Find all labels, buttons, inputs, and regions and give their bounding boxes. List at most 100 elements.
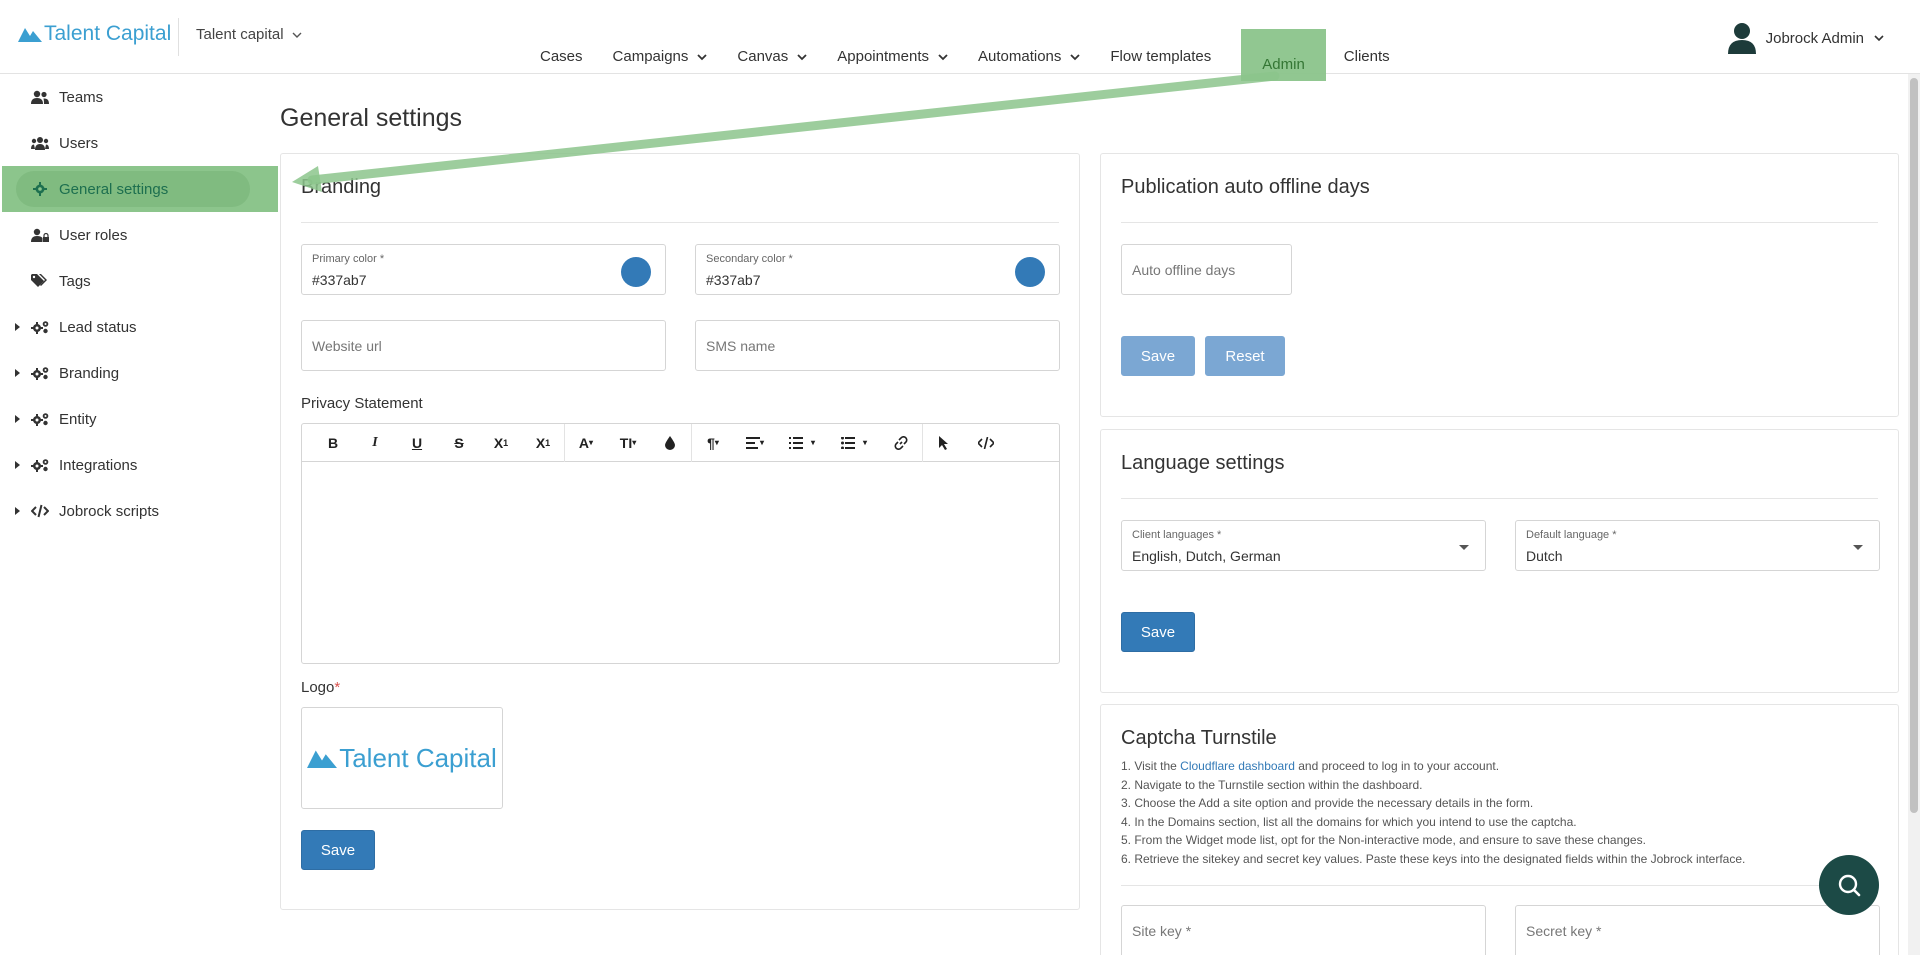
nav-admin[interactable]: Admin xyxy=(1241,29,1326,81)
chevron-down-icon xyxy=(797,53,807,60)
mountain-logo-icon xyxy=(307,750,338,768)
cogs-icon xyxy=(30,366,50,380)
instruction-step: 5. From the Widget mode list, opt for th… xyxy=(1121,833,1646,847)
unordered-list-icon[interactable]: ▾ xyxy=(828,424,880,462)
instruction-step: 1. Visit the Cloudflare dashboard and pr… xyxy=(1121,759,1500,773)
captcha-instructions: 1. Visit the Cloudflare dashboard and pr… xyxy=(1121,757,1745,868)
secret-key-input[interactable]: Secret key * xyxy=(1515,905,1880,955)
caret-down-icon xyxy=(1853,545,1863,550)
chevron-down-icon xyxy=(938,53,948,60)
sidebar-item-label: Tags xyxy=(59,272,91,290)
caret-right-icon[interactable] xyxy=(15,507,20,515)
branding-card: Branding Primary color * #337ab7 Seconda… xyxy=(280,153,1080,910)
nav-appointments[interactable]: Appointments xyxy=(837,30,948,65)
sidebar-item-lead-status[interactable]: Lead status xyxy=(0,304,278,350)
subscript-icon[interactable]: X1 xyxy=(480,424,522,462)
nav-flow-templates[interactable]: Flow templates xyxy=(1110,30,1211,65)
page-scrollbar[interactable] xyxy=(1908,74,1920,955)
strikethrough-icon[interactable]: S xyxy=(438,424,480,462)
sidebar-item-teams[interactable]: Teams xyxy=(0,74,278,120)
caret-right-icon[interactable] xyxy=(15,369,20,377)
chevron-down-icon xyxy=(1874,35,1884,42)
client-selector[interactable]: Talent capital xyxy=(196,26,302,43)
sidebar-item-users[interactable]: Users xyxy=(0,120,278,166)
sidebar-item-tags[interactable]: Tags xyxy=(0,258,278,304)
code-view-icon[interactable] xyxy=(965,424,1007,462)
nav-cases[interactable]: Cases xyxy=(540,30,583,65)
primary-color-swatch[interactable] xyxy=(621,257,651,287)
sidebar-item-label: Branding xyxy=(59,364,120,382)
sidebar-item-general-settings[interactable]: General settings xyxy=(2,166,278,212)
admin-sidebar: Teams Users General settings User roles Tags… xyxy=(0,74,278,955)
sidebar-item-integrations[interactable]: Integrations xyxy=(0,442,278,488)
nav-clients[interactable]: Clients xyxy=(1344,30,1390,65)
divider xyxy=(301,222,1059,223)
client-languages-select[interactable]: Client languages * English, Dutch, Germa… xyxy=(1121,520,1486,571)
secondary-color-field[interactable]: Secondary color * #337ab7 xyxy=(695,244,1060,295)
secondary-color-value: #337ab7 xyxy=(706,272,761,288)
secondary-color-label: Secondary color * xyxy=(706,253,793,265)
default-language-select[interactable]: Default language * Dutch xyxy=(1515,520,1880,571)
pointer-icon[interactable] xyxy=(923,424,965,462)
font-size-icon[interactable]: TI ▾ xyxy=(607,424,649,462)
users-icon xyxy=(30,90,50,104)
sidebar-item-branding[interactable]: Branding xyxy=(0,350,278,396)
align-icon[interactable]: ▾ xyxy=(734,424,776,462)
chevron-down-icon xyxy=(292,32,302,38)
secondary-color-swatch[interactable] xyxy=(1015,257,1045,287)
underline-icon[interactable]: U xyxy=(396,424,438,462)
website-url-input[interactable]: Website url xyxy=(301,320,666,371)
primary-color-field[interactable]: Primary color * #337ab7 xyxy=(301,244,666,295)
publication-card: Publication auto offline days Auto offli… xyxy=(1100,153,1899,417)
sidebar-item-label: Entity xyxy=(59,410,97,428)
italic-icon[interactable]: I xyxy=(354,424,396,462)
instruction-step: 4. In the Domains section, list all the … xyxy=(1121,814,1577,829)
site-key-input[interactable]: Site key * xyxy=(1121,905,1486,955)
paragraph-icon[interactable]: ¶ ▾ xyxy=(692,424,734,462)
sidebar-item-entity[interactable]: Entity xyxy=(0,396,278,442)
language-title: Language settings xyxy=(1121,452,1285,474)
default-language-value: Dutch xyxy=(1526,548,1563,564)
divider xyxy=(1121,885,1878,886)
website-url-placeholder: Website url xyxy=(312,338,382,354)
superscript-icon[interactable]: X1 xyxy=(522,424,564,462)
divider xyxy=(1121,498,1878,499)
divider xyxy=(1121,222,1878,223)
logo-upload[interactable]: Talent Capital xyxy=(301,707,503,809)
nav-automations[interactable]: Automations xyxy=(978,30,1081,65)
tags-icon xyxy=(30,274,50,288)
help-search-button[interactable] xyxy=(1819,855,1879,915)
user-menu[interactable]: Jobrock Admin xyxy=(1727,22,1884,54)
cogs-icon xyxy=(30,458,50,472)
scrollbar-thumb[interactable] xyxy=(1910,78,1918,813)
branding-save-button[interactable]: Save xyxy=(301,830,375,870)
cogs-icon xyxy=(30,320,50,334)
caret-right-icon[interactable] xyxy=(15,323,20,331)
user-name: Jobrock Admin xyxy=(1765,29,1864,47)
sidebar-item-jobrock-scripts[interactable]: Jobrock scripts xyxy=(0,488,278,534)
sidebar-item-label: Integrations xyxy=(59,456,138,474)
auto-offline-days-input[interactable]: Auto offline days xyxy=(1121,244,1292,295)
caret-down-icon xyxy=(1459,545,1469,550)
publication-reset-button[interactable]: Reset xyxy=(1205,336,1285,376)
ink-drop-icon[interactable] xyxy=(649,424,691,462)
sidebar-item-user-roles[interactable]: User roles xyxy=(0,212,278,258)
nav-canvas[interactable]: Canvas xyxy=(737,30,807,65)
nav-campaigns[interactable]: Campaigns xyxy=(613,30,708,65)
brand-logo[interactable]: Talent Capital xyxy=(18,22,171,46)
cogs-icon xyxy=(30,412,50,426)
captcha-title: Captcha Turnstile xyxy=(1121,727,1277,749)
font-color-icon[interactable]: A ▾ xyxy=(565,424,607,462)
publication-save-button[interactable]: Save xyxy=(1121,336,1195,376)
ordered-list-icon[interactable]: ▾ xyxy=(776,424,828,462)
bold-icon[interactable]: B xyxy=(312,424,354,462)
language-save-button[interactable]: Save xyxy=(1121,612,1195,652)
link-icon[interactable] xyxy=(880,424,922,462)
sms-name-input[interactable]: SMS name xyxy=(695,320,1060,371)
caret-right-icon[interactable] xyxy=(15,415,20,423)
caret-right-icon[interactable] xyxy=(15,461,20,469)
page-title: General settings xyxy=(280,104,463,132)
cloudflare-dashboard-link[interactable]: Cloudflare dashboard xyxy=(1180,759,1295,773)
privacy-statement-editor[interactable]: B I U S X1 X1 A ▾ TI ▾ ¶ ▾ ▾ ▾ ▾ xyxy=(301,423,1060,664)
primary-color-value: #337ab7 xyxy=(312,272,367,288)
